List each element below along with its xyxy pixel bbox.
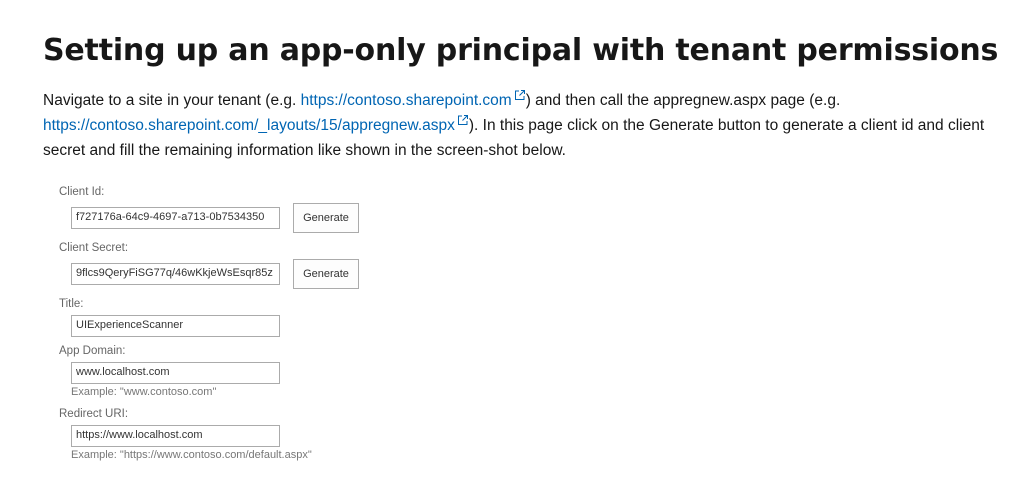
external-link-icon (514, 89, 526, 101)
client-id-field[interactable]: f727176a-64c9-4697-a713-0b7534350 (71, 207, 280, 229)
external-link-icon (457, 114, 469, 126)
app-domain-label: App Domain: (59, 345, 126, 357)
redirect-uri-field[interactable]: https://www.localhost.com (71, 425, 280, 447)
app-domain-field[interactable]: www.localhost.com (71, 362, 280, 384)
appregnew-link[interactable]: https://contoso.sharepoint.com/_layouts/… (43, 117, 455, 134)
paragraph-text-1: Navigate to a site in your tenant (e.g. (43, 92, 301, 109)
client-secret-label: Client Secret: (59, 242, 129, 254)
title-field[interactable]: UIExperienceScanner (71, 315, 280, 337)
contoso-sharepoint-link[interactable]: https://contoso.sharepoint.com (301, 92, 512, 109)
paragraph-text-2: ) and then call the appregnew.aspx page … (525, 92, 841, 109)
client-id-label: Client Id: (59, 186, 105, 198)
redirect-uri-label: Redirect URI: (59, 408, 129, 420)
app-domain-example: Example: "www.contoso.com" (71, 386, 217, 398)
page-title: Setting up an app-only principal with te… (43, 33, 999, 68)
title-label: Title: (59, 298, 84, 310)
redirect-uri-example: Example: "https://www.contoso.com/defaul… (71, 449, 312, 461)
generate-client-id-button[interactable]: Generate (293, 203, 359, 233)
instructions-paragraph: Navigate to a site in your tenant (e.g. … (43, 88, 1003, 163)
client-secret-field[interactable]: 9flcs9QeryFiSG77q/46wKkjeWsEsqr85z (71, 263, 280, 285)
generate-client-secret-button[interactable]: Generate (293, 259, 359, 289)
